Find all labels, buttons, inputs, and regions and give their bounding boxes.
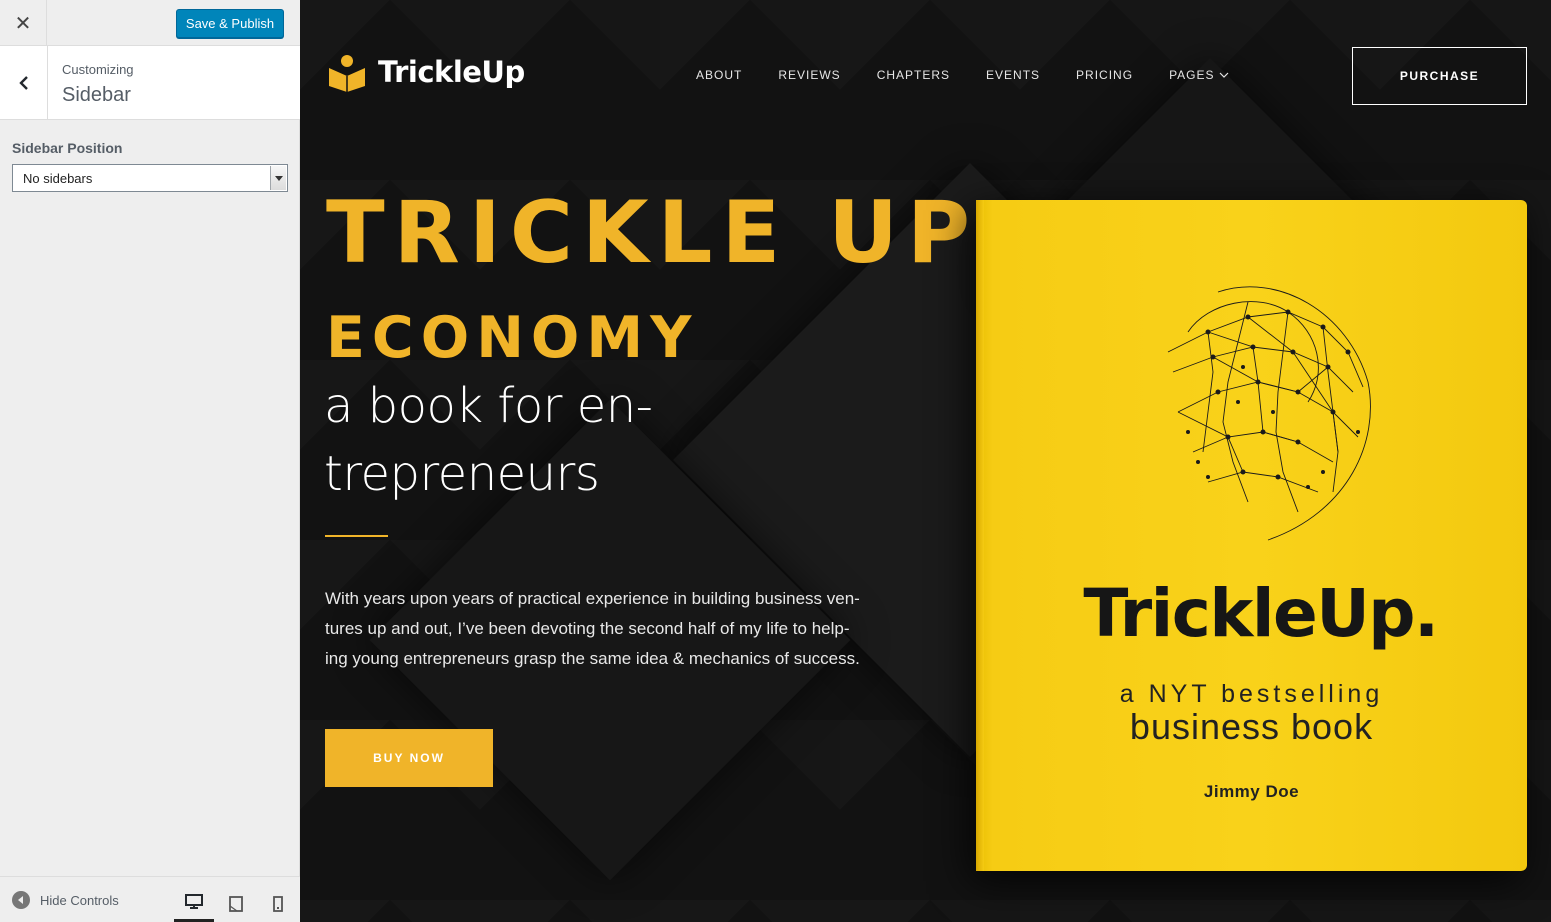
hide-controls-label: Hide Controls: [40, 892, 119, 908]
logo-text: TrickleUp: [378, 55, 525, 89]
section-title: Sidebar: [62, 84, 131, 106]
purchase-button[interactable]: PURCHASE: [1352, 47, 1527, 105]
book-tagline-2: business book: [1129, 706, 1374, 747]
nav-item-pages[interactable]: PAGES: [1169, 68, 1228, 82]
customizer-header: ✕ Save & Publish: [0, 0, 300, 46]
globe-network-icon: [1167, 286, 1371, 541]
save-publish-button[interactable]: Save & Publish: [176, 9, 284, 38]
breadcrumb: Customizing: [62, 62, 134, 77]
sidebar-position-select[interactable]: No sidebars: [12, 164, 288, 192]
hero-divider: [325, 535, 388, 537]
hide-controls-button[interactable]: Hide Controls: [12, 891, 119, 909]
section-header: Customizing Sidebar: [0, 46, 300, 120]
mobile-icon: [273, 896, 283, 912]
caret-down-icon: [274, 175, 283, 181]
hero-title-line1: TRICKLE UP: [326, 183, 979, 283]
desktop-preview-button[interactable]: [174, 885, 214, 922]
hero-paragraph: With years upon years of practical exper…: [325, 589, 860, 668]
sidebar-position-label: Sidebar Position: [12, 140, 123, 156]
tablet-icon: [229, 896, 243, 912]
mobile-preview-button[interactable]: [258, 885, 298, 922]
nav-item-chapters[interactable]: CHAPTERS: [877, 68, 950, 82]
back-button[interactable]: [0, 46, 48, 119]
collapse-icon: [12, 891, 30, 909]
select-arrow: [270, 166, 286, 190]
hero-title-line2: ECONOMY: [326, 305, 699, 371]
chevron-left-icon: [18, 75, 28, 90]
customizer-footer: Hide Controls: [0, 876, 300, 922]
desktop-icon: [185, 894, 203, 909]
buy-now-button[interactable]: BUY NOW: [325, 729, 493, 787]
book-logo-icon: [328, 52, 366, 92]
customizer-panel: ✕ Save & Publish Customizing Sidebar Sid…: [0, 0, 300, 922]
main-nav: ABOUT REVIEWS CHAPTERS EVENTS PRICING PA…: [696, 68, 1265, 82]
book-author: Jimmy Doe: [1203, 782, 1300, 801]
book-tagline: a NYT bestselling: [1119, 680, 1384, 708]
select-value: No sidebars: [23, 170, 93, 186]
hero-subtitle: a book for en- trepreneurs: [324, 378, 653, 502]
site-preview: TrickleUp ABOUT REVIEWS CHAPTERS EVENTS …: [300, 0, 1551, 922]
chevron-down-icon: [1219, 72, 1228, 78]
close-icon[interactable]: ✕: [0, 0, 47, 46]
book-title: TrickleUp.: [1083, 575, 1439, 652]
nav-item-reviews[interactable]: REVIEWS: [778, 68, 840, 82]
nav-item-about[interactable]: ABOUT: [696, 68, 742, 82]
site-logo[interactable]: TrickleUp: [328, 52, 525, 92]
nav-item-events[interactable]: EVENTS: [986, 68, 1040, 82]
book-spine: [976, 200, 984, 871]
tablet-preview-button[interactable]: [216, 885, 256, 922]
book-cover: TrickleUp. a NYT bestselling business bo…: [976, 200, 1527, 871]
nav-item-pricing[interactable]: PRICING: [1076, 68, 1133, 82]
